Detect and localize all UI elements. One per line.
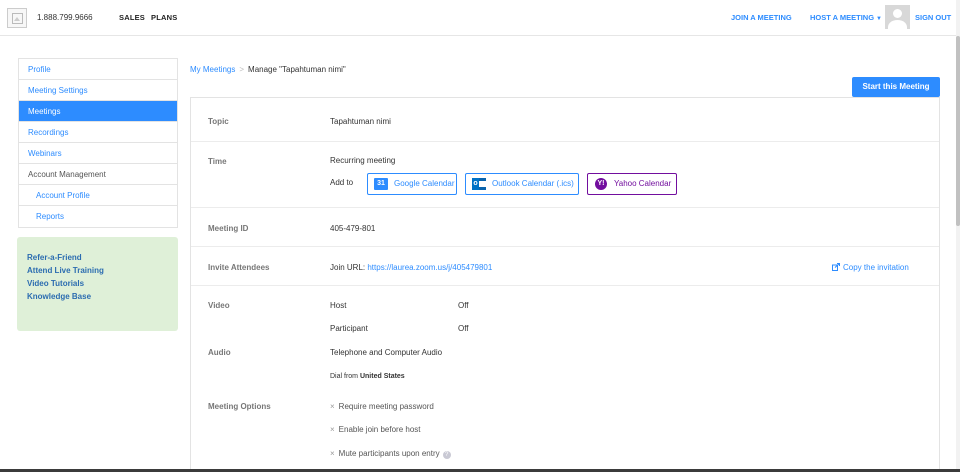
- logo-icon[interactable]: [7, 8, 27, 28]
- option-mute-on-entry: × Mute participants upon entry?: [330, 449, 451, 459]
- topic-label: Topic: [208, 117, 229, 126]
- refer-a-friend-link[interactable]: Refer-a-Friend: [27, 251, 178, 264]
- top-navbar: 1.888.799.9666 SALES PLANS JOIN A MEETIN…: [0, 0, 960, 36]
- dial-from-text: Dial from United States: [330, 373, 405, 380]
- outlook-calendar-icon: o: [472, 178, 486, 190]
- add-to-label: Add to: [330, 178, 354, 187]
- video-host-label: Host: [330, 301, 347, 310]
- attend-live-training-link[interactable]: Attend Live Training: [27, 264, 178, 277]
- topic-value: Tapahtuman nimi: [330, 117, 391, 126]
- outlook-calendar-label: Outlook Calendar (.ics): [492, 179, 574, 188]
- time-label: Time: [208, 157, 227, 166]
- meeting-details-panel: Topic Tapahtuman nimi Time Recurring mee…: [190, 97, 940, 472]
- yahoo-calendar-button[interactable]: Y! Yahoo Calendar: [587, 173, 677, 195]
- breadcrumb-separator: >: [239, 65, 245, 74]
- dial-from-country: United States: [359, 373, 405, 380]
- audio-value: Telephone and Computer Audio: [330, 348, 443, 357]
- time-row: Time Recurring meeting Add to 31 Google …: [191, 142, 939, 208]
- yahoo-calendar-icon: Y!: [595, 178, 607, 190]
- breadcrumb: My Meetings > Manage "Tapahtuman nimi": [190, 65, 346, 74]
- sidebar-item-webinars[interactable]: Webinars: [19, 143, 177, 164]
- join-url-link[interactable]: https://laurea.zoom.us/j/405479801: [367, 263, 492, 272]
- support-phone[interactable]: 1.888.799.9666: [37, 13, 93, 22]
- sign-out-link[interactable]: SIGN OUT: [915, 13, 951, 22]
- audio-label: Audio: [208, 348, 231, 357]
- copy-icon: [832, 263, 840, 271]
- host-meeting-dropdown[interactable]: HOST A MEETING ▼: [810, 13, 882, 22]
- outlook-envelope-shape: [479, 181, 486, 187]
- knowledge-base-link[interactable]: Knowledge Base: [27, 290, 178, 303]
- avatar-head: [893, 9, 902, 18]
- dial-from-prefix: Dial from: [330, 373, 359, 380]
- video-host-value: Off: [458, 301, 469, 310]
- meeting-id-label: Meeting ID: [208, 224, 249, 233]
- sidebar-menu: Profile Meeting Settings Meetings Record…: [18, 58, 178, 228]
- google-calendar-button[interactable]: 31 Google Calendar: [367, 173, 457, 195]
- google-calendar-label: Google Calendar: [394, 179, 455, 188]
- video-tutorials-link[interactable]: Video Tutorials: [27, 277, 178, 290]
- video-participant-label: Participant: [330, 324, 368, 333]
- disabled-x-icon: ×: [330, 402, 335, 411]
- invite-attendees-label: Invite Attendees: [208, 263, 270, 272]
- sidebar-heading-account-management: Account Management: [19, 164, 177, 185]
- meeting-options-label: Meeting Options: [208, 402, 271, 411]
- option-require-password: × Require meeting password: [330, 402, 434, 411]
- breadcrumb-current: Manage "Tapahtuman nimi": [248, 65, 346, 74]
- join-meeting-link[interactable]: JOIN A MEETING: [731, 13, 792, 22]
- disabled-x-icon: ×: [330, 449, 335, 458]
- meeting-id-value: 405-479-801: [330, 224, 376, 233]
- avatar[interactable]: [885, 5, 910, 29]
- sidebar-item-meetings[interactable]: Meetings: [19, 101, 177, 122]
- breadcrumb-my-meetings[interactable]: My Meetings: [190, 65, 235, 74]
- option-label: Mute participants upon entry: [338, 449, 440, 458]
- sidebar-item-reports[interactable]: Reports: [19, 206, 177, 227]
- google-calendar-icon: 31: [374, 178, 388, 190]
- sidebar-item-recordings[interactable]: Recordings: [19, 122, 177, 143]
- scrollbar-thumb[interactable]: [956, 36, 960, 226]
- copy-invitation-link[interactable]: Copy the invitation: [832, 263, 909, 272]
- start-meeting-button[interactable]: Start this Meeting: [852, 77, 940, 97]
- join-url-text: Join URL: https://laurea.zoom.us/j/40547…: [330, 263, 492, 272]
- nav-sales-link[interactable]: SALES: [119, 13, 145, 22]
- option-join-before-host: × Enable join before host: [330, 425, 421, 434]
- outlook-calendar-button[interactable]: o Outlook Calendar (.ics): [465, 173, 579, 195]
- copy-invitation-label: Copy the invitation: [843, 263, 909, 272]
- topic-row: Topic Tapahtuman nimi: [191, 98, 939, 142]
- video-label: Video: [208, 301, 230, 310]
- nav-plans-link[interactable]: PLANS: [151, 13, 177, 22]
- outlook-icon-letter: o: [472, 178, 479, 190]
- disabled-x-icon: ×: [330, 425, 335, 434]
- option-label: Enable join before host: [338, 425, 421, 434]
- help-icon[interactable]: ?: [442, 451, 451, 459]
- caret-down-icon: ▼: [876, 16, 882, 22]
- join-url-prefix: Join URL:: [330, 263, 366, 272]
- yahoo-calendar-label: Yahoo Calendar: [614, 179, 672, 188]
- avatar-shoulders: [888, 20, 907, 29]
- sidebar-item-meeting-settings[interactable]: Meeting Settings: [19, 80, 177, 101]
- learning-links-box: Refer-a-Friend Attend Live Training Vide…: [17, 237, 178, 331]
- host-meeting-label: HOST A MEETING: [810, 13, 875, 22]
- meeting-id-row: Meeting ID 405-479-801: [191, 208, 939, 247]
- sidebar-item-profile[interactable]: Profile: [19, 59, 177, 80]
- invite-attendees-row: Invite Attendees Join URL: https://laure…: [191, 247, 939, 286]
- sidebar-item-account-profile[interactable]: Account Profile: [19, 185, 177, 206]
- video-participant-value: Off: [458, 324, 469, 333]
- option-label: Require meeting password: [338, 402, 434, 411]
- time-value: Recurring meeting: [330, 156, 396, 165]
